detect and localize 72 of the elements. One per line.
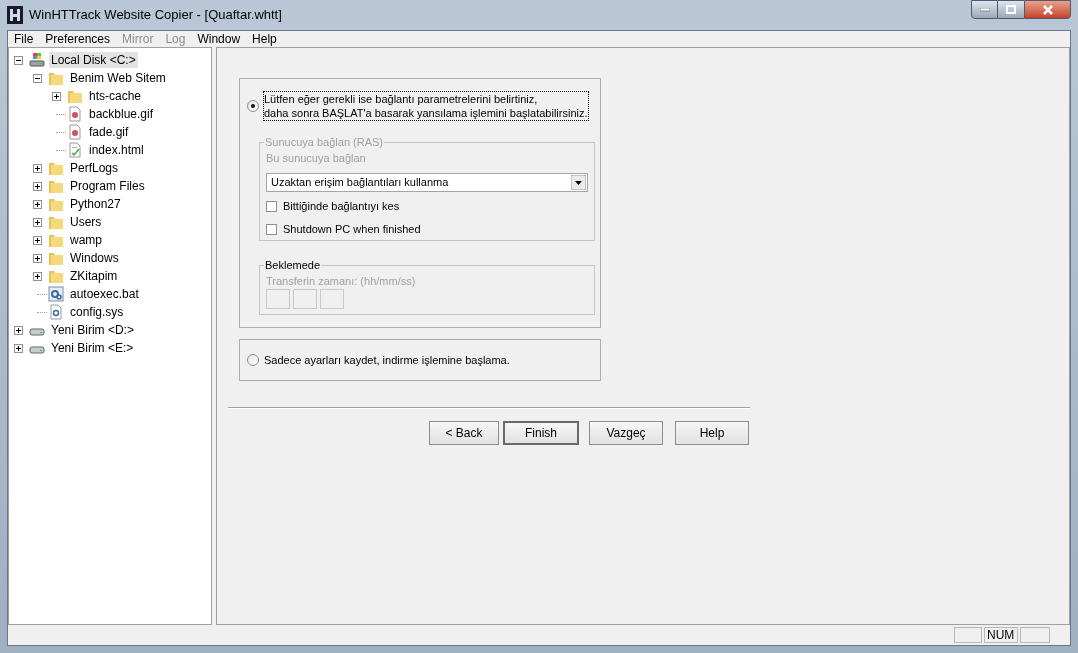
expand-icon[interactable] xyxy=(33,181,42,191)
tree-item[interactable]: hts-cache xyxy=(87,88,144,104)
wizard-button[interactable]: Help xyxy=(675,421,749,445)
expand-icon[interactable] xyxy=(33,253,42,263)
menu-item[interactable]: Help xyxy=(246,30,283,48)
tree-item[interactable]: Local Disk <C:> xyxy=(49,52,138,68)
tree-item[interactable]: Windows xyxy=(68,250,121,266)
num-lock-indicator: NUM xyxy=(984,627,1018,643)
menu-item[interactable]: Preferences xyxy=(39,30,117,48)
expand-icon[interactable] xyxy=(33,217,42,227)
collapse-icon[interactable] xyxy=(14,55,23,65)
radio-button[interactable] xyxy=(247,100,259,112)
close-icon xyxy=(1041,4,1054,15)
folder-icon xyxy=(48,70,64,86)
maximize-icon xyxy=(1006,5,1016,14)
folder-icon xyxy=(48,232,64,248)
folder-icon xyxy=(48,178,64,194)
gear-file-icon xyxy=(48,286,64,302)
tree-item[interactable]: Benim Web Sitem xyxy=(68,70,168,86)
status-bar-pane xyxy=(954,627,982,643)
option-label[interactable]: Lütfen eğer gerekli ise bağlantı parametrelerini belirtiniz, daha sonra BAŞLAT'a basarak yansılama işlemini başlatabilirsiniz. xyxy=(264,92,588,120)
group-label: Sunucuya bağlan (RAS) xyxy=(264,135,384,150)
tree-item[interactable]: Yeni Birim <D:> xyxy=(49,322,136,338)
radio-button[interactable] xyxy=(247,354,259,366)
wizard-button[interactable]: Vazgeç xyxy=(589,421,663,445)
maximize-button[interactable] xyxy=(998,0,1024,19)
tree-item[interactable]: Users xyxy=(68,214,104,230)
tree-item[interactable]: wamp xyxy=(68,232,104,248)
folder-icon xyxy=(48,214,64,230)
dropdown-arrow-icon xyxy=(571,174,586,190)
expand-icon[interactable] xyxy=(33,235,42,245)
expand-icon[interactable] xyxy=(33,199,42,209)
drive-icon xyxy=(29,52,45,68)
folder-icon xyxy=(67,88,83,104)
tree-item[interactable]: ZKitapim xyxy=(68,268,120,284)
minimize-icon xyxy=(979,7,990,12)
field-label: Transferin zamanı: (hh/mm/ss) xyxy=(266,273,417,288)
expand-icon[interactable] xyxy=(33,163,42,173)
option-label[interactable]: Sadece ayarları kaydet, indirme işlemine başlama. xyxy=(264,353,510,367)
tree-item[interactable]: PerfLogs xyxy=(68,160,121,176)
minimize-button[interactable] xyxy=(971,0,998,19)
tree-item[interactable]: Yeni Birim <E:> xyxy=(49,340,136,356)
close-button[interactable] xyxy=(1024,0,1071,19)
tree-item[interactable]: backblue.gif xyxy=(87,106,156,122)
settings-file-icon xyxy=(48,304,64,320)
app-icon xyxy=(7,6,23,24)
tree-item[interactable]: index.html xyxy=(87,142,146,158)
image-file-icon xyxy=(67,124,83,140)
expand-icon[interactable] xyxy=(33,271,42,281)
wizard-button[interactable]: < Back xyxy=(429,421,499,445)
expand-icon[interactable] xyxy=(14,343,23,353)
wizard-button[interactable]: Finish xyxy=(503,421,579,445)
folder-icon xyxy=(48,268,64,284)
field-label: Bu sunucuya bağlan xyxy=(266,150,367,165)
expand-icon[interactable] xyxy=(52,91,61,101)
image-file-icon xyxy=(67,106,83,122)
folder-icon xyxy=(48,196,64,212)
tree-item[interactable]: Python27 xyxy=(68,196,123,212)
tree-item[interactable]: autoexec.bat xyxy=(68,286,141,302)
menu-item[interactable]: File xyxy=(8,30,40,48)
collapse-icon[interactable] xyxy=(33,73,42,83)
folder-icon xyxy=(48,250,64,266)
window-title: WinHTTrack Website Copier - [Quaftar.whtt] xyxy=(29,6,282,25)
tree-item[interactable]: fade.gif xyxy=(87,124,131,140)
document-icon xyxy=(67,142,83,158)
tree-item[interactable]: config.sys xyxy=(68,304,126,320)
menu-item[interactable]: Window xyxy=(191,30,247,48)
folder-icon xyxy=(48,160,64,176)
status-bar-pane xyxy=(1020,627,1050,643)
group-label: Beklemede xyxy=(264,258,322,273)
tree-item[interactable]: Program Files xyxy=(68,178,147,194)
expand-icon[interactable] xyxy=(14,325,23,335)
